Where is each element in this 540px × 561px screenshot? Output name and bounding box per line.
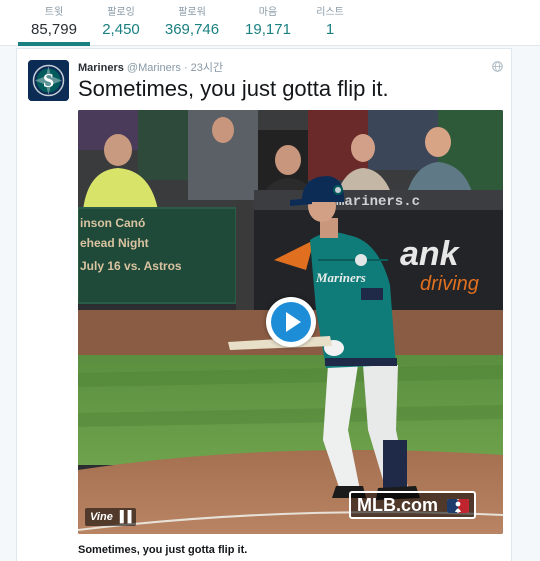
play-button[interactable]: [266, 297, 316, 347]
profile-stats-bar: 트윗 85,799 팔로잉 2,450 팔로워 369,746 마음 19,17…: [0, 0, 540, 46]
stat-followers-value: 369,746: [164, 21, 220, 38]
wall-url-text: mariners.c: [336, 194, 420, 210]
stat-likes-label: 마음: [258, 7, 278, 18]
globe-icon: [492, 61, 503, 72]
tweet-header: Mariners @Mariners · 23시간: [78, 59, 223, 75]
stat-likes[interactable]: 마음 19,171: [244, 7, 292, 40]
stat-tweets[interactable]: 트윗 85,799: [30, 7, 78, 40]
author-handle[interactable]: @Mariners: [127, 62, 181, 74]
vine-badge: Vine ▐▐: [85, 508, 137, 526]
stat-likes-value: 19,171: [245, 21, 291, 38]
play-button-circle: [271, 302, 311, 342]
banner-text-2: ehead Night: [80, 236, 149, 250]
vine-label: Vine: [90, 511, 113, 523]
mariners-logo-icon: S: [28, 60, 69, 101]
tweet-card[interactable]: S Mariners @Mariners · 23시간 Sometimes, y…: [16, 48, 512, 561]
play-icon: [286, 312, 301, 332]
author-name[interactable]: Mariners: [78, 62, 124, 74]
mlb-watermark: MLB.com: [348, 491, 476, 519]
banner-text-1: inson Canó: [80, 216, 145, 230]
stat-following-value: 2,450: [102, 21, 140, 38]
video-player[interactable]: inson Canó ehead Night July 16 vs. Astro…: [78, 110, 503, 534]
header-separator: ·: [183, 62, 188, 74]
stat-following-label: 팔로잉: [107, 7, 135, 18]
video-caption: Sometimes, you just gotta flip it.: [78, 544, 248, 556]
svg-text:S: S: [43, 70, 54, 92]
stat-lists-value: 1: [325, 21, 335, 38]
stat-followers[interactable]: 팔로워 369,746: [164, 7, 220, 40]
stat-lists[interactable]: 리스트 1: [314, 7, 346, 40]
stat-lists-label: 리스트: [316, 7, 344, 18]
active-tab-indicator: [18, 42, 90, 46]
stat-followers-label: 팔로워: [178, 7, 206, 18]
vine-bars-icon: ▐▐: [115, 511, 132, 523]
ad-text-1: ank: [400, 235, 461, 273]
stat-following[interactable]: 팔로잉 2,450: [100, 7, 142, 40]
jersey-text: Mariners: [315, 270, 366, 285]
mlb-logo-icon: [447, 499, 469, 514]
tweet-text: Sometimes, you just gotta flip it.: [78, 76, 389, 101]
ad-text-2: driving: [420, 273, 479, 295]
mlb-label: MLB.com: [356, 495, 438, 515]
stat-tweets-value: 85,799: [31, 21, 77, 38]
tweet-timestamp[interactable]: 23시간: [191, 62, 223, 74]
stat-tweets-label: 트윗: [44, 7, 64, 18]
banner-text-3: July 16 vs. Astros: [80, 259, 182, 273]
avatar[interactable]: S: [28, 60, 69, 101]
